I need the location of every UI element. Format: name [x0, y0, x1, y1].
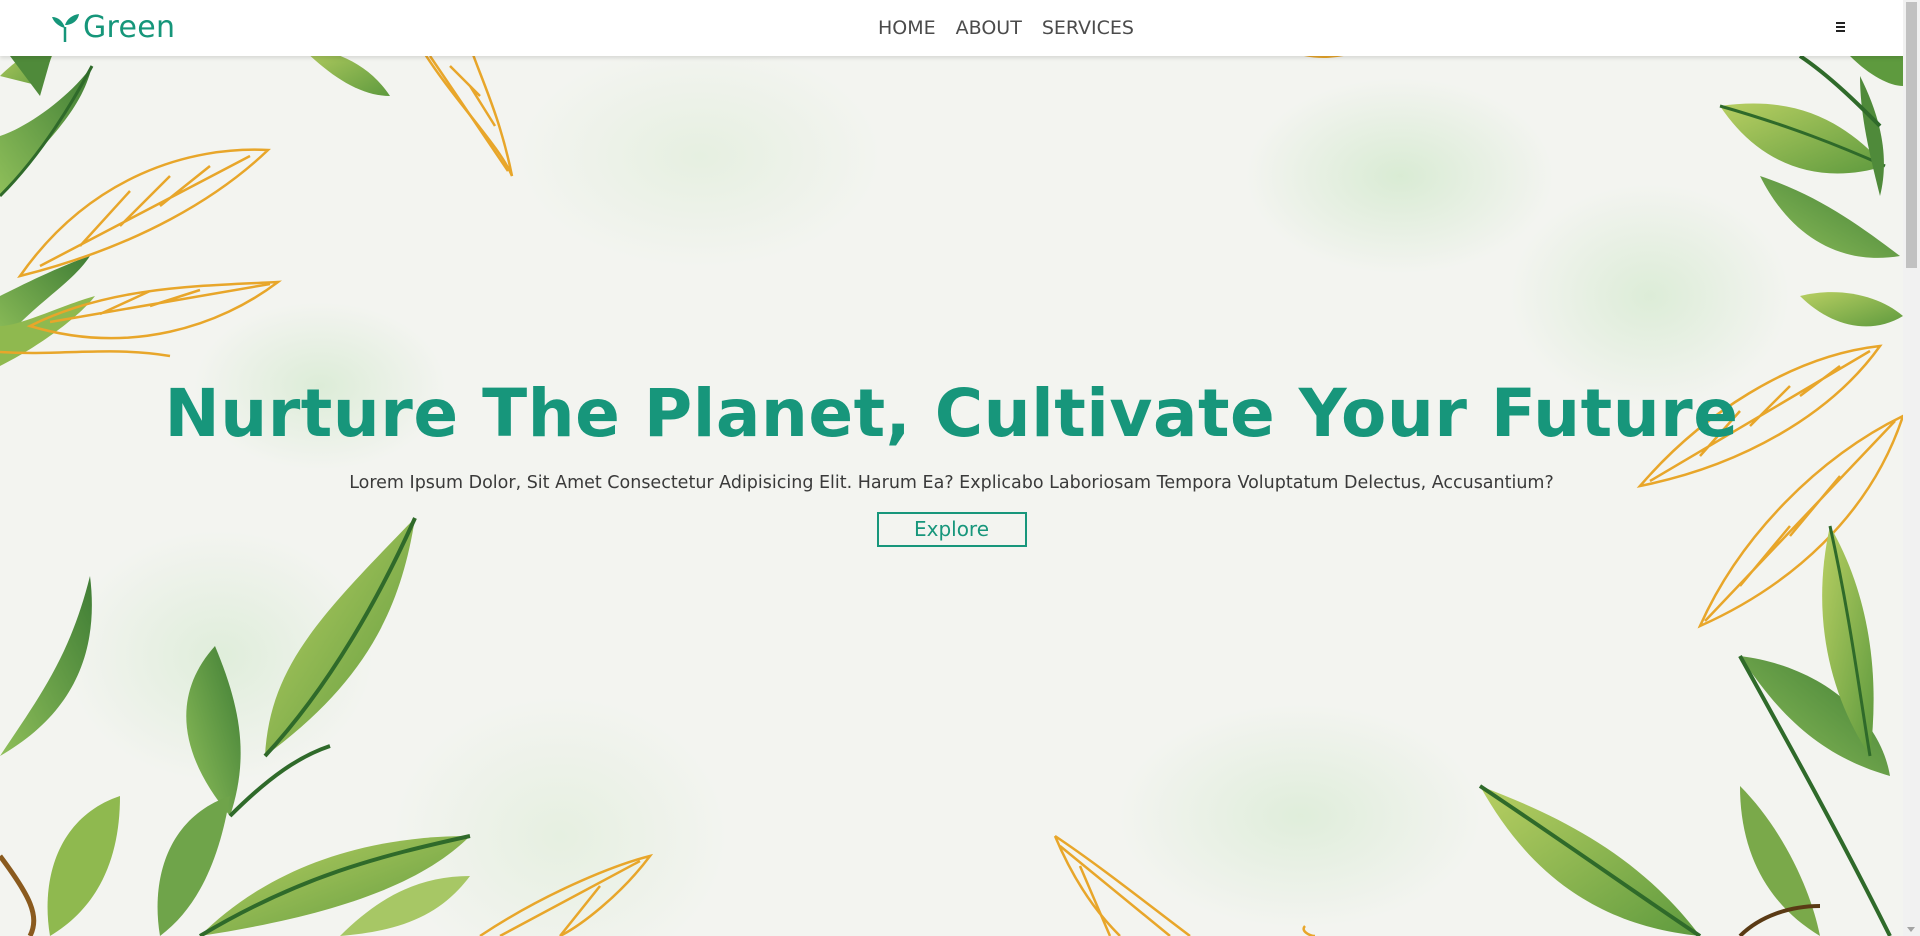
hero-subtitle: Lorem Ipsum Dolor, Sit Amet Consectetur …: [349, 473, 1554, 493]
leaf-cluster-top-right: [1719, 56, 1903, 327]
hero-content: Nurture The Planet, Cultivate Your Futur…: [0, 372, 1903, 547]
leaf-cluster-bottom-left: [0, 517, 471, 936]
hamburger-menu-icon[interactable]: [1836, 17, 1850, 37]
menu-bar: [1836, 22, 1845, 24]
nav-link-services[interactable]: SERVICES: [1042, 0, 1134, 56]
explore-button[interactable]: Explore: [876, 512, 1027, 547]
hero-title: Nurture The Planet, Cultivate Your Futur…: [164, 375, 1739, 452]
gold-leaves-bottom-left: [479, 853, 654, 936]
scrollbar-thumb[interactable]: [1906, 2, 1917, 268]
menu-bar: [1836, 26, 1845, 28]
sprout-icon: [52, 14, 79, 42]
hero-section: Nurture The Planet, Cultivate Your Futur…: [0, 56, 1903, 936]
site-header: Green HOME ABOUT SERVICES: [0, 0, 1903, 56]
menu-bar: [1836, 30, 1845, 32]
scroll-down-arrow-icon[interactable]: [1907, 927, 1915, 932]
nav-link-home[interactable]: HOME: [878, 0, 936, 56]
nav-link-about[interactable]: ABOUT: [956, 0, 1022, 56]
logo-text: Green: [83, 10, 176, 45]
page: Nurture The Planet, Cultivate Your Futur…: [0, 0, 1920, 936]
vertical-scrollbar[interactable]: [1903, 0, 1920, 936]
gold-leaves-bottom-center: [1053, 834, 1316, 936]
main-nav: HOME ABOUT SERVICES: [878, 0, 1134, 56]
leaf-cluster-bottom-right: [1478, 525, 1892, 936]
logo[interactable]: Green: [50, 10, 175, 46]
